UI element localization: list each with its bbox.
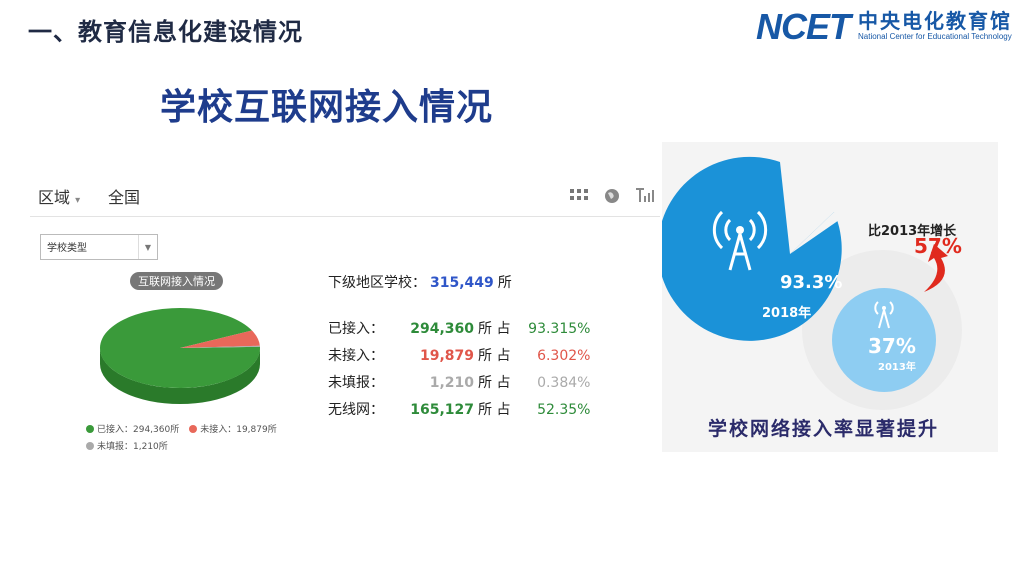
pie-slice-1[interactable] [100,308,260,389]
total-value: 315,449 [430,275,494,291]
legend-label: 未接入：19,879所 [200,425,277,435]
year-2018: 2018年 [762,306,812,321]
infographic-caption: 学校网络接入率显著提升 [708,418,940,440]
growth-infographic: 比2013年增长 57% 93.3% 2018年 37% 2013年 学校网络接… [662,142,998,452]
stat-num: 19,879 [419,348,474,364]
caret-down-icon: ▾ [75,195,81,206]
value-2018: 93.3% [780,272,843,293]
stat-num: 165,127 [410,402,474,418]
pie-title: 互联网接入情况 [130,272,223,290]
region-dropdown[interactable]: 区域 ▾ [38,184,80,208]
disc-2018 [662,156,842,341]
total-unit: 所 [497,275,512,291]
value-2013: 37% [868,334,916,358]
legend-label: 未填报：1,210所 [97,442,168,452]
infographic-graphic [662,156,962,410]
section-title: 一、教育信息化建设情况 [28,17,303,46]
school-type-select[interactable]: 学校类型 ▼ [40,234,158,260]
stats-panel: 区域 ▾ 全国 学校类型 ▼ 互联网接入情况 已接入：294,360所 未接入：1… [30,170,660,470]
logo-chinese-name: 中央电化教育馆 [858,9,1012,33]
legend-item[interactable]: 未填报：1,210所 [86,439,168,452]
stat-pct: 6.302% [537,348,591,364]
region-value[interactable]: 全国 [108,184,140,208]
stat-row: 未填报： 1,210 所 占 0.384% [328,372,590,399]
stat-row: 未接入： 19,879 所 占 6.302% [328,345,590,372]
legend-item[interactable]: 已接入：294,360所 [86,422,179,435]
legend-swatch [189,424,198,433]
stat-row: 无线网： 165,127 所 占 52.35% [328,399,590,426]
page-title: 学校互联网接入情况 [160,87,494,128]
logo-mark: NCET [756,6,851,47]
stat-label: 未接入： [328,348,384,364]
legend-label: 已接入：294,360所 [97,425,180,435]
stat-unit: 所 占 [478,402,511,418]
stat-label: 已接入： [328,321,384,337]
pie-legend: 已接入：294,360所 未接入：19,879所未填报：1,210所 [86,422,287,456]
stat-num: 294,360 [410,321,474,337]
stat-pct: 52.35% [537,402,591,418]
stat-unit: 所 占 [478,348,511,364]
legend-swatch [86,441,94,450]
year-2013: 2013年 [878,362,916,373]
stat-label: 未填报： [328,375,384,391]
grid-icon[interactable] [570,188,588,208]
stat-pct: 93.315% [528,321,591,337]
stat-pct: 0.384% [537,375,591,391]
region-label: 区域 [38,188,71,207]
growth-value: 57% [914,234,962,258]
globe-icon[interactable] [604,188,620,208]
signal-bars-icon[interactable] [636,188,654,208]
legend-swatch [86,424,94,433]
total-schools-row: 下级地区学校： 315,449 所 [328,272,590,292]
stat-unit: 所 占 [478,321,511,337]
select-arrow-icon[interactable]: ▼ [138,235,157,259]
access-pie-chart [100,308,260,404]
school-type-value: 学校类型 [47,243,87,254]
stat-row: 已接入： 294,360 所 占 93.315% [328,318,590,345]
stats-list: 下级地区学校： 315,449 所 已接入： 294,360 所 占 93.315% 未接入… [328,272,590,426]
stat-unit: 所 占 [478,375,511,391]
ncet-logo: NCET 中央电化教育馆 National Center for Educati… [756,6,1012,47]
logo-english-name: National Center for Educational Technolo… [858,32,1012,41]
total-label: 下级地区学校： [328,275,426,291]
stat-label: 无线网： [328,402,384,418]
stat-num: 1,210 [429,375,474,391]
panel-toolbar: 区域 ▾ 全国 [30,170,660,217]
legend-item[interactable]: 未接入：19,879所 [189,422,277,435]
